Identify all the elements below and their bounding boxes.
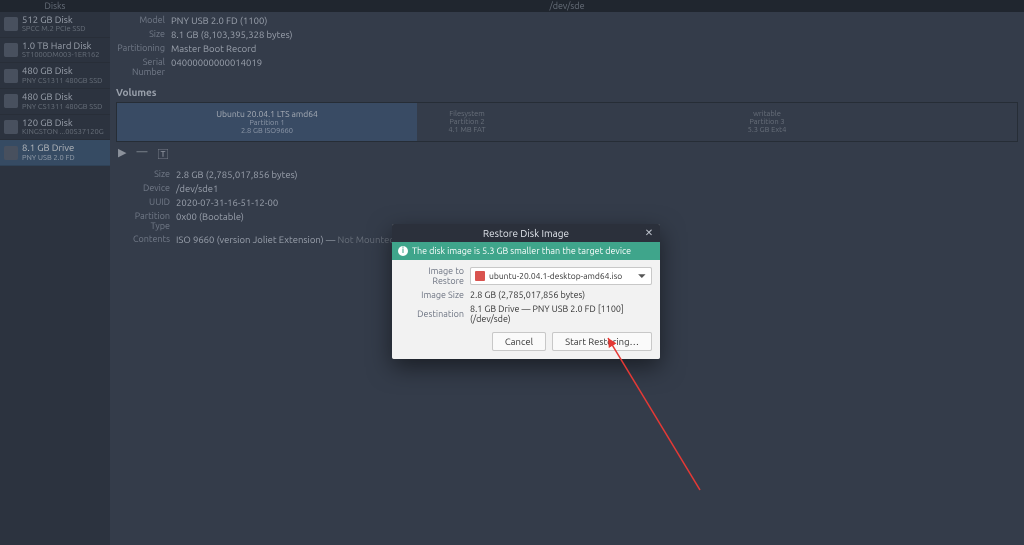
device-sub: PNY CS1311 480GB SSD	[22, 77, 102, 85]
device-sub: SPCC M.2 PCIe SSD	[22, 25, 86, 33]
sidebar-item-disk-3[interactable]: 480 GB Disk PNY CS1311 480GB SSD	[0, 89, 110, 115]
partition-fs: 2.8 GB ISO9660	[241, 127, 293, 135]
close-icon[interactable]: ✕	[642, 226, 656, 240]
device-name: 1.0 TB Hard Disk	[22, 41, 99, 51]
label-partitioning: Partitioning	[116, 43, 171, 54]
sidebar-item-disk-4[interactable]: 120 GB Disk KINGSTON ...00S37120G	[0, 115, 110, 141]
dialog-titlebar[interactable]: Restore Disk Image ✕	[392, 224, 660, 242]
start-restoring-button[interactable]: Start Restoring…	[552, 332, 652, 351]
restore-disk-image-dialog: Restore Disk Image ✕ i The disk image is…	[392, 224, 660, 359]
partition-2[interactable]: Filesystem Partition 2 4.1 MB FAT	[417, 103, 517, 141]
partition-3[interactable]: writable Partition 3 5.3 GB Ext4	[517, 103, 1017, 141]
partition-sub: Partition 1	[249, 119, 284, 127]
info-banner: i The disk image is 5.3 GB smaller than …	[392, 242, 660, 260]
partition-label: Filesystem	[449, 110, 485, 118]
device-name: 480 GB Disk	[22, 66, 102, 76]
usb-drive-icon	[4, 146, 18, 160]
value-part-size: 2.8 GB (2,785,017,856 bytes)	[176, 169, 298, 180]
partition-sub: Partition 3	[749, 118, 784, 126]
partition-label: writable	[753, 110, 781, 118]
sidebar-item-disk-2[interactable]: 480 GB Disk PNY CS1311 480GB SSD	[0, 63, 110, 89]
device-sub: KINGSTON ...00S37120G	[22, 128, 104, 136]
window-title: /dev/sde	[110, 1, 1024, 11]
label-device: Device	[116, 183, 176, 194]
label-contents: Contents	[116, 234, 176, 245]
partition-sub: Partition 2	[449, 118, 484, 126]
label-destination: Destination	[400, 309, 470, 319]
partition-fs: 5.3 GB Ext4	[748, 126, 787, 134]
label-image-to-restore: Image to Restore	[400, 266, 470, 286]
label-size: Size	[116, 29, 171, 40]
harddisk-icon	[4, 43, 18, 57]
value-serial: 04000000000014019	[171, 57, 262, 77]
label-part-size: Size	[116, 169, 176, 180]
harddisk-icon	[4, 94, 18, 108]
device-name: 120 GB Disk	[22, 118, 104, 128]
value-uuid: 2020-07-31-16-51-12-00	[176, 197, 278, 208]
label-partition-type: Partition Type	[116, 211, 176, 231]
partition-fs: 4.1 MB FAT	[448, 126, 485, 134]
value-contents: ISO 9660 (version Joliet Extension) — No…	[176, 234, 395, 245]
cancel-button[interactable]: Cancel	[492, 332, 546, 351]
contents-fs: ISO 9660 (version Joliet Extension) —	[176, 234, 337, 245]
label-image-size: Image Size	[400, 290, 470, 300]
info-icon: i	[398, 246, 408, 256]
window-titlebar: Disks /dev/sde	[0, 0, 1024, 12]
partition-options-button[interactable]: 🅃	[157, 146, 168, 162]
image-file-chooser[interactable]: ubuntu-20.04.1-desktop-amd64.iso ⏷	[470, 267, 652, 285]
device-sidebar: 512 GB Disk SPCC M.2 PCIe SSD 1.0 TB Har…	[0, 12, 110, 545]
device-name: 512 GB Disk	[22, 15, 86, 25]
mount-button[interactable]: ▶	[118, 146, 126, 162]
sidebar-title: Disks	[0, 1, 110, 11]
partition-1[interactable]: Ubuntu 20.04.1 LTS amd64 Partition 1 2.8…	[117, 103, 417, 141]
chevron-down-icon[interactable]: ⏷	[637, 271, 647, 282]
value-partition-type: 0x00 (Bootable)	[176, 211, 244, 231]
harddisk-icon	[4, 17, 18, 31]
device-sub: PNY USB 2.0 FD	[22, 154, 75, 162]
contents-mount-state: Not Mounted	[337, 234, 394, 245]
device-sub: PNY CS1311 480GB SSD	[22, 103, 102, 111]
device-name: 8.1 GB Drive	[22, 143, 75, 153]
info-text: The disk image is 5.3 GB smaller than th…	[412, 246, 631, 256]
device-name: 480 GB Disk	[22, 92, 102, 102]
value-partitioning: Master Boot Record	[171, 43, 256, 54]
value-model: PNY USB 2.0 FD (1100)	[171, 15, 267, 26]
sidebar-item-disk-0[interactable]: 512 GB Disk SPCC M.2 PCIe SSD	[0, 12, 110, 38]
volumes-heading: Volumes	[116, 87, 1018, 98]
delete-partition-button[interactable]: —	[136, 146, 147, 162]
value-image-size: 2.8 GB (2,785,017,856 bytes)	[470, 290, 652, 300]
value-size: 8.1 GB (8,103,395,328 bytes)	[171, 29, 293, 40]
harddisk-icon	[4, 69, 18, 83]
partition-label: Ubuntu 20.04.1 LTS amd64	[216, 109, 318, 119]
sidebar-item-disk-5[interactable]: 8.1 GB Drive PNY USB 2.0 FD	[0, 140, 110, 166]
label-uuid: UUID	[116, 197, 176, 208]
device-sub: ST1000DM003-1ER162	[22, 51, 99, 59]
image-file-name: ubuntu-20.04.1-desktop-amd64.iso	[489, 271, 633, 281]
volumes-strip: Ubuntu 20.04.1 LTS amd64 Partition 1 2.8…	[116, 102, 1018, 142]
harddisk-icon	[4, 120, 18, 134]
iso-file-icon	[475, 271, 485, 281]
value-device: /dev/sde1	[176, 183, 218, 194]
sidebar-item-disk-1[interactable]: 1.0 TB Hard Disk ST1000DM003-1ER162	[0, 38, 110, 64]
value-destination: 8.1 GB Drive — PNY USB 2.0 FD [1100] (/d…	[470, 304, 652, 324]
dialog-title-text: Restore Disk Image	[483, 228, 569, 239]
label-serial: Serial Number	[116, 57, 171, 77]
volume-toolbar: ▶ — 🅃	[116, 142, 1018, 166]
label-model: Model	[116, 15, 171, 26]
